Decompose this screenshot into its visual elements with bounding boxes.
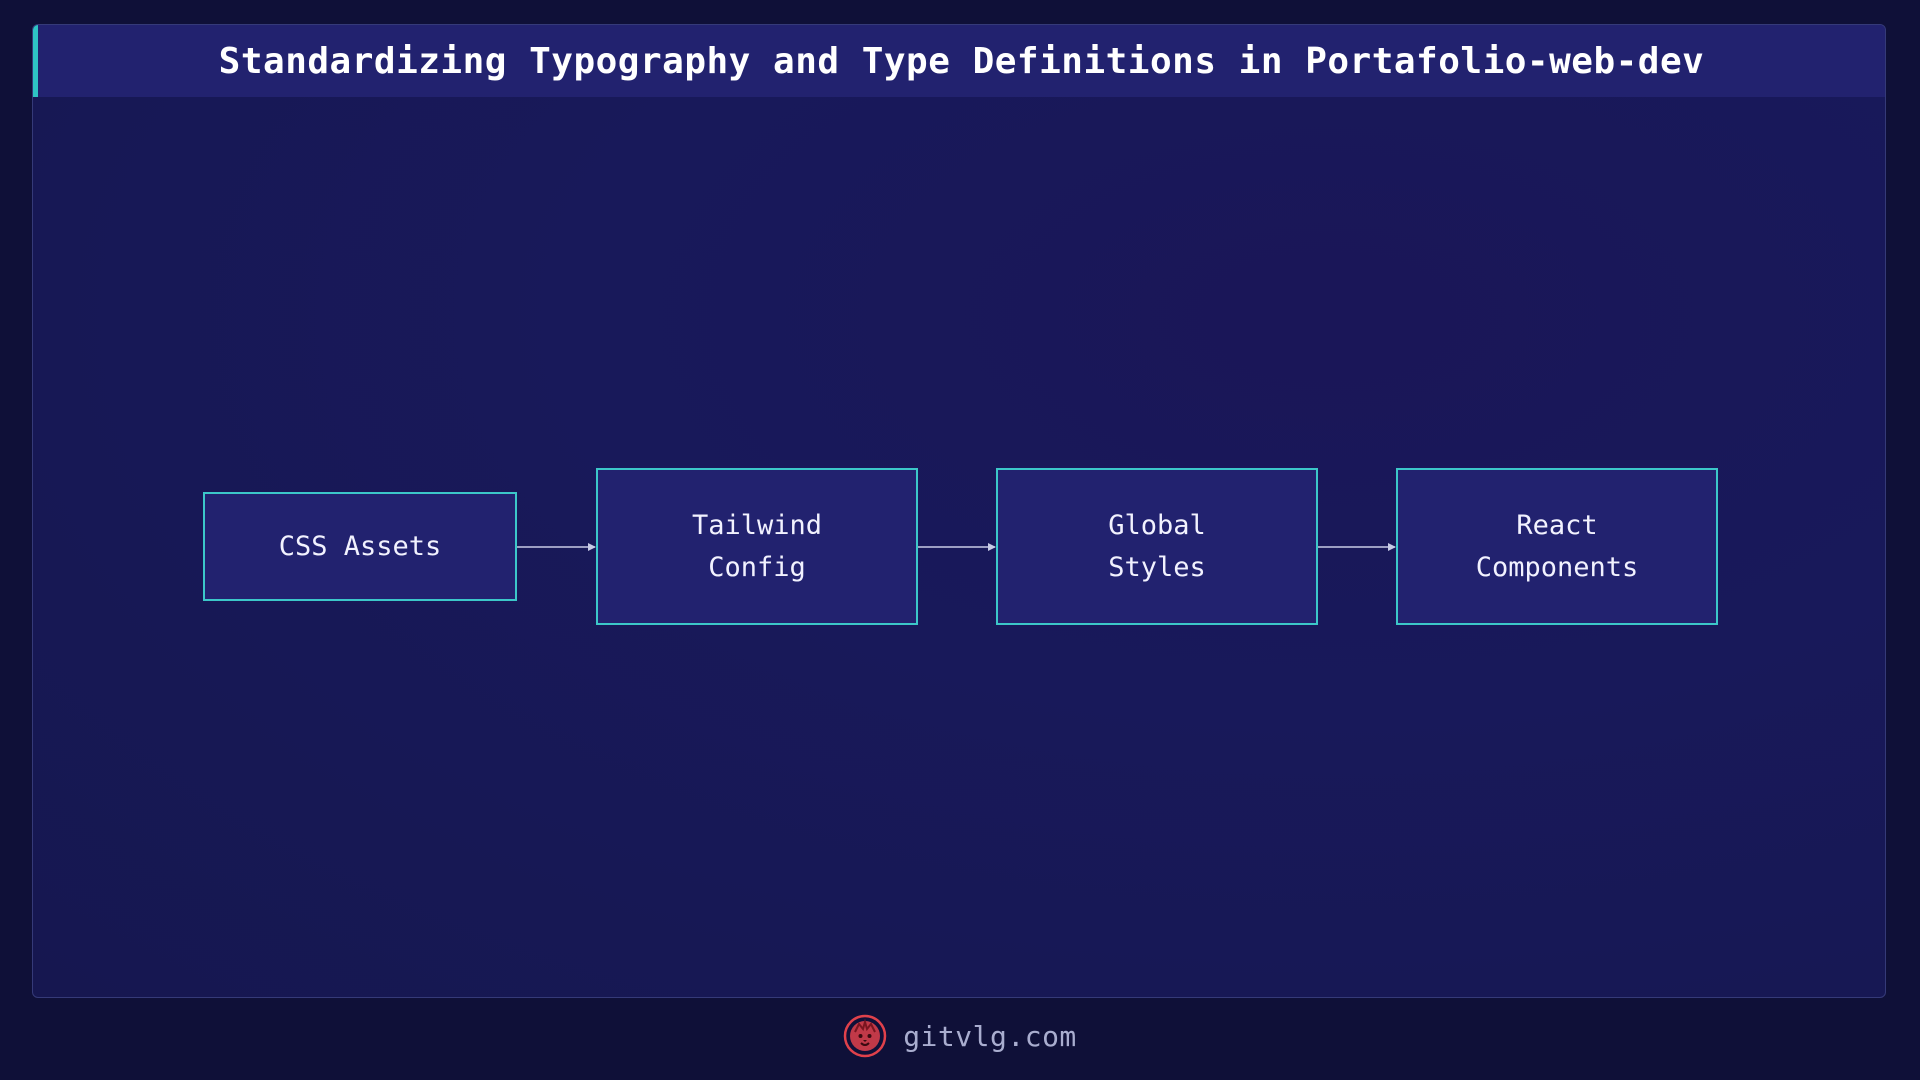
diagram-panel: Standardizing Typography and Type Defini… [32,24,1886,998]
node-label: Global Styles [1108,509,1206,583]
node-label: CSS Assets [278,530,442,562]
node-tailwind-config: Tailwind Config [596,468,918,625]
node-css-assets: CSS Assets [203,492,517,601]
node-label: Tailwind Config [691,509,823,583]
node-label: React Components [1475,509,1639,583]
flow-diagram: CSS Assets Tailwind Config Global Styles… [33,25,1885,997]
node-global-styles: Global Styles [996,468,1318,625]
footer-site-link[interactable]: gitvlg.com [903,1020,1077,1053]
node-react-components: React Components [1396,468,1718,625]
lion-logo-icon [843,1014,887,1058]
footer: gitvlg.com [0,1010,1920,1062]
